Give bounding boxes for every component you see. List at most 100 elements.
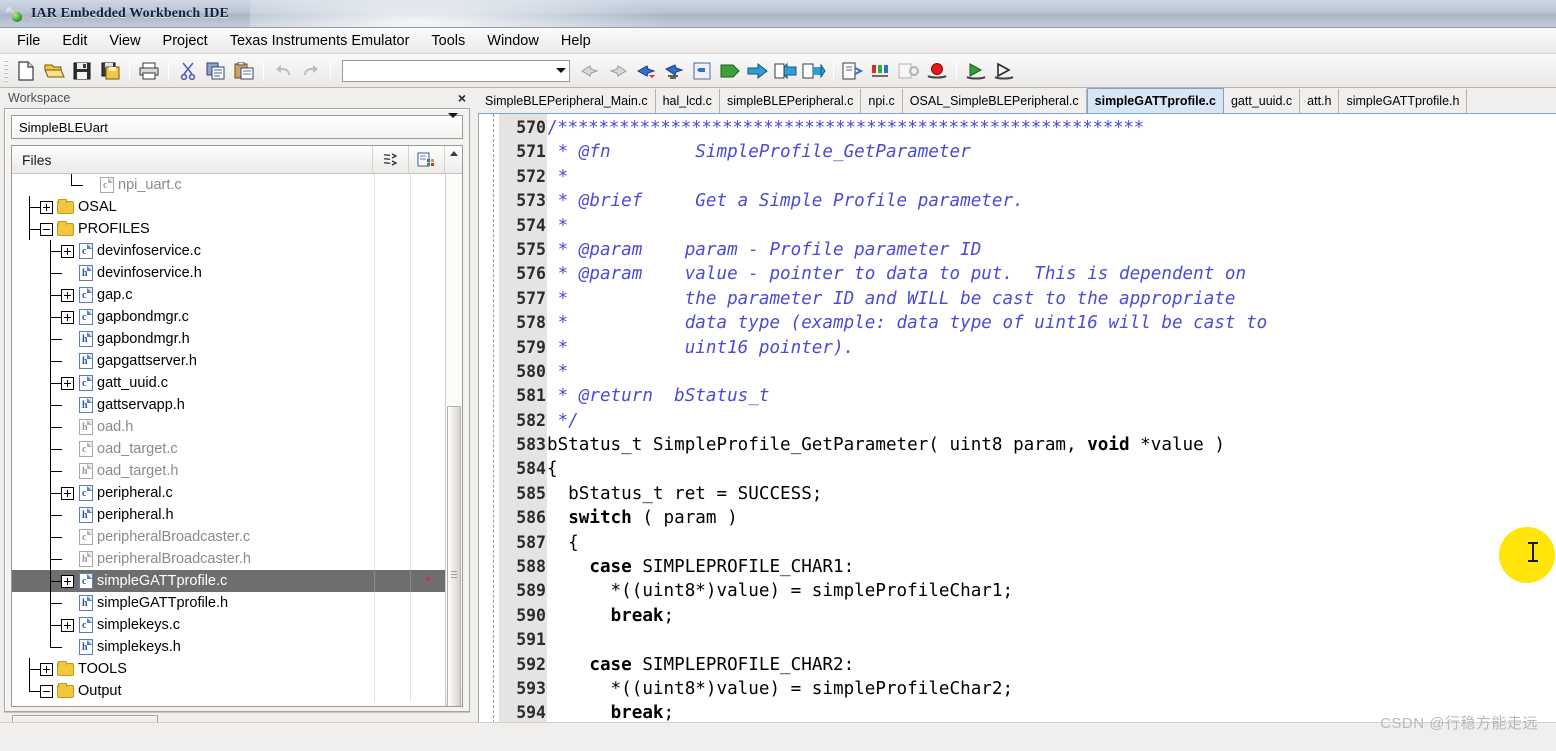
- editor-tab-simplegattprofile-h[interactable]: simpleGATTprofile.h: [1339, 89, 1468, 113]
- menu-item-tools[interactable]: Tools: [420, 30, 476, 52]
- editor-tab-label: att.h: [1307, 94, 1332, 108]
- save-all-icon[interactable]: [96, 58, 124, 84]
- flash-erase-icon[interactable]: [373, 146, 409, 173]
- file-tree-item[interactable]: c devinfoservice.c: [12, 240, 445, 262]
- file-tree-item[interactable]: OSAL: [12, 196, 445, 218]
- chevron-down-icon[interactable]: [448, 113, 458, 136]
- code-editor[interactable]: 570/************************************…: [478, 114, 1556, 723]
- paste-icon[interactable]: [230, 58, 258, 84]
- bookmark-toggle-icon[interactable]: [576, 58, 604, 84]
- file-tree-item-selected[interactable]: c simpleGATTprofile.c *: [12, 570, 445, 592]
- tree-status-cells: [374, 416, 445, 438]
- editor-tab-att-h[interactable]: att.h: [1300, 89, 1340, 113]
- go-to-next-bookmark-icon[interactable]: [660, 58, 688, 84]
- menu-item-file[interactable]: File: [6, 30, 51, 52]
- menu-item-edit[interactable]: Edit: [51, 30, 98, 52]
- file-tree-item[interactable]: h peripheral.h: [12, 504, 445, 526]
- file-tree-item[interactable]: h oad.h: [12, 416, 445, 438]
- stop-build-icon[interactable]: [800, 58, 828, 84]
- editor-tab-npi-c[interactable]: npi.c: [861, 89, 903, 113]
- expand-node-icon[interactable]: [40, 662, 53, 676]
- file-tree-item[interactable]: c npi_uart.c: [12, 174, 445, 196]
- file-tree-item[interactable]: c simplekeys.c: [12, 614, 445, 636]
- debug-without-downloading-icon[interactable]: [990, 58, 1018, 84]
- collapse-node-icon[interactable]: [40, 684, 53, 698]
- expand-node-icon[interactable]: [61, 310, 74, 324]
- file-tree-item[interactable]: h gapbondmgr.h: [12, 328, 445, 350]
- toggle-breakpoint-icon[interactable]: [867, 58, 895, 84]
- expand-node-icon[interactable]: [61, 288, 74, 302]
- menu-item-texas-instruments-emulator[interactable]: Texas Instruments Emulator: [219, 30, 421, 52]
- file-tree-item[interactable]: h gattservapp.h: [12, 394, 445, 416]
- file-tree-item[interactable]: c peripheralBroadcaster.c: [12, 526, 445, 548]
- file-tree-item[interactable]: c gapbondmgr.c: [12, 306, 445, 328]
- line-number: 576: [516, 264, 546, 284]
- tree-cell-modified: [410, 548, 445, 570]
- editor-tab-simplebleperipheral-main-c[interactable]: SimpleBLEPeripheral_Main.c: [478, 89, 656, 113]
- bookmark-clear-icon[interactable]: [604, 58, 632, 84]
- code-lines: 570/************************************…: [479, 116, 1556, 723]
- file-tree-item[interactable]: h simplekeys.h: [12, 636, 445, 658]
- menu-item-view[interactable]: View: [98, 30, 151, 52]
- editor-tab-osal-simplebleperipheral-c[interactable]: OSAL_SimpleBLEPeripheral.c: [902, 89, 1087, 113]
- tree-scrollbar-thumb[interactable]: [447, 406, 461, 706]
- expand-node-icon[interactable]: [61, 486, 74, 500]
- save-icon[interactable]: [68, 58, 96, 84]
- copy-icon[interactable]: [202, 58, 230, 84]
- file-tree-item[interactable]: h devinfoservice.h: [12, 262, 445, 284]
- file-tree-item[interactable]: TOOLS: [12, 658, 445, 680]
- debug-without-download-icon[interactable]: [772, 58, 800, 84]
- collapse-node-icon[interactable]: [40, 222, 53, 236]
- toolbar-separator-5: [833, 60, 834, 81]
- project-select[interactable]: SimpleBLEUart: [11, 113, 463, 139]
- download-and-debug-icon[interactable]: [962, 58, 990, 84]
- file-tree-item[interactable]: PROFILES: [12, 218, 445, 240]
- tree-vertical-scrollbar[interactable]: [445, 174, 462, 706]
- menu-item-project[interactable]: Project: [152, 30, 219, 52]
- editor-tab-hal-lcd-c[interactable]: hal_lcd.c: [655, 89, 720, 113]
- editor-tab-simplegattprofile-c[interactable]: simpleGATTprofile.c: [1086, 88, 1224, 113]
- file-tree-item[interactable]: c oad_target.c: [12, 438, 445, 460]
- chevron-down-icon[interactable]: [553, 61, 569, 81]
- new-document-icon[interactable]: [12, 58, 40, 84]
- file-tree-item[interactable]: Output: [12, 680, 445, 702]
- undo-icon[interactable]: [269, 58, 297, 84]
- tree-scroll-up-header[interactable]: [445, 146, 462, 173]
- toolbar-grip[interactable]: [4, 59, 8, 82]
- file-tree-item[interactable]: h peripheralBroadcaster.h: [12, 548, 445, 570]
- expand-node-icon[interactable]: [40, 200, 53, 214]
- file-tree-item[interactable]: h simpleGATTprofile.h: [12, 592, 445, 614]
- code-line: 594 break;: [479, 701, 1556, 723]
- redo-icon[interactable]: [297, 58, 325, 84]
- breakpoints-window-icon[interactable]: [895, 58, 923, 84]
- menu-item-window[interactable]: Window: [476, 30, 550, 52]
- expand-node-icon[interactable]: [61, 376, 74, 390]
- file-tree-item[interactable]: c gatt_uuid.c: [12, 372, 445, 394]
- editor-tab-gatt-uuid-c[interactable]: gatt_uuid.c: [1223, 89, 1301, 113]
- find-in-files-icon[interactable]: [839, 58, 867, 84]
- file-tree-item[interactable]: h oad_target.h: [12, 460, 445, 482]
- navigate-back-icon[interactable]: [688, 58, 716, 84]
- tree-connector-line: [41, 636, 62, 658]
- expand-node-icon[interactable]: [61, 618, 74, 632]
- close-icon[interactable]: ×: [456, 91, 468, 105]
- file-tree-item[interactable]: h gapgattserver.h: [12, 350, 445, 372]
- make-icon[interactable]: [744, 58, 772, 84]
- editor-tab-simplebleperipheral-c[interactable]: simpleBLEPeripheral.c: [719, 89, 862, 113]
- print-icon[interactable]: [135, 58, 163, 84]
- file-tree-item[interactable]: c peripheral.c: [12, 482, 445, 504]
- stop-debug-icon[interactable]: [923, 58, 951, 84]
- file-tree-item[interactable]: c gap.c: [12, 284, 445, 306]
- compile-icon[interactable]: [716, 58, 744, 84]
- tree-cell-modified: [410, 658, 445, 680]
- cut-scissors-icon[interactable]: [174, 58, 202, 84]
- tree-scrollbar-track[interactable]: [446, 174, 462, 706]
- expand-node-icon[interactable]: [61, 574, 74, 588]
- menu-item-help[interactable]: Help: [550, 30, 602, 52]
- options-icon[interactable]: [409, 146, 445, 173]
- expand-node-icon[interactable]: [61, 244, 74, 258]
- find-combobox[interactable]: [342, 59, 570, 82]
- go-to-previous-bookmark-icon[interactable]: [632, 58, 660, 84]
- code-line: 573 * @brief Get a Simple Profile parame…: [479, 189, 1556, 213]
- open-folder-icon[interactable]: [40, 58, 68, 84]
